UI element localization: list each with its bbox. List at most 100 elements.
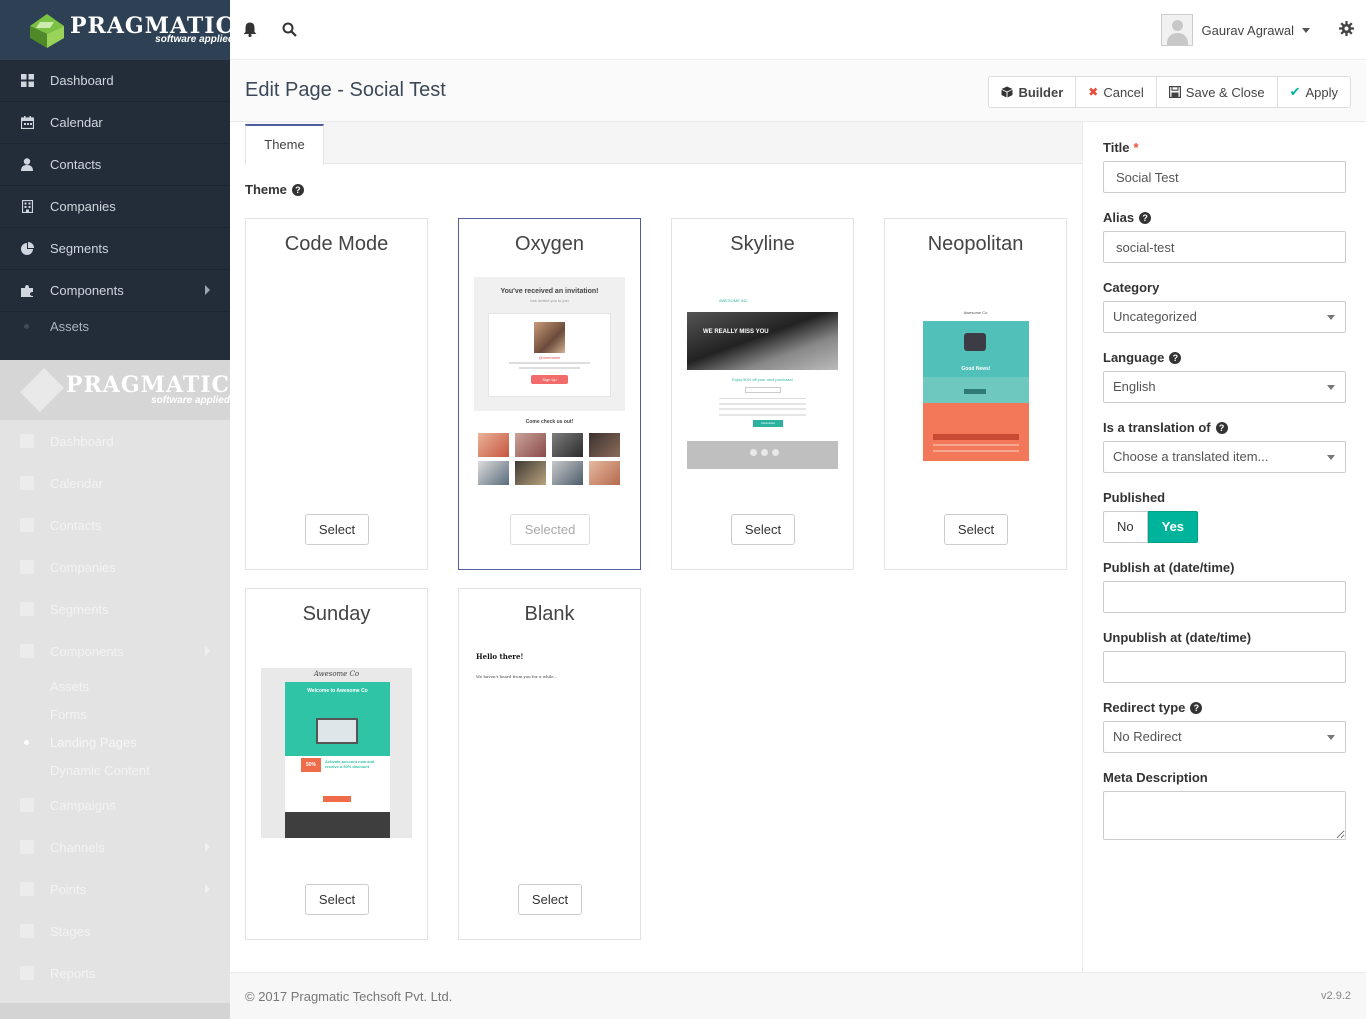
save-close-button[interactable]: Save & Close (1157, 77, 1278, 107)
language-label: Language? (1103, 350, 1182, 365)
neopolitan-robot (964, 333, 986, 351)
ghost-nav-contacts: Contacts (0, 504, 230, 546)
ghost-nav-points: Points (0, 868, 230, 910)
puzzle-icon (20, 284, 34, 298)
version-text: v2.9.2 (1321, 990, 1351, 1002)
title-input[interactable] (1103, 161, 1346, 193)
ghost-logo-icon (20, 368, 64, 412)
sunday-badge: 50% (301, 758, 321, 772)
published-label: Published (1103, 490, 1166, 505)
category-label: Category (1103, 280, 1160, 295)
question-icon[interactable]: ? (1215, 421, 1228, 434)
published-no-button[interactable]: No (1103, 511, 1148, 543)
ghost-nav-calendar: Calendar (0, 462, 230, 504)
publish-at-input[interactable] (1103, 581, 1346, 613)
logo-icon (28, 12, 64, 48)
footer: © 2017 Pragmatic Techsoft Pvt. Ltd. v2.9… (230, 972, 1366, 1019)
sunday-footer (285, 812, 390, 838)
avatar (1160, 14, 1193, 46)
ghost-sub-landing-pages: Landing Pages (0, 728, 230, 756)
sunday-laptop (316, 718, 358, 744)
page-header: Edit Page - Social Test Builder ✖ Cancel… (230, 61, 1366, 122)
sidebar-item-contacts[interactable]: Contacts (0, 144, 230, 186)
theme-card-title: Code Mode (284, 233, 389, 255)
question-icon[interactable]: ? (1139, 211, 1152, 224)
select-theme-button[interactable]: Select (305, 514, 369, 545)
builder-label: Builder (1018, 84, 1064, 100)
cancel-label: Cancel (1103, 84, 1144, 100)
select-theme-button[interactable]: Select (518, 884, 582, 915)
sidebar-item-components[interactable]: Components (0, 270, 230, 312)
sidebar-item-label: Calendar (50, 115, 103, 130)
sidebar-item-calendar[interactable]: Calendar (0, 102, 230, 144)
title-label: Title * (1103, 140, 1139, 155)
neopolitan-brand: Awesome Co (963, 310, 988, 315)
question-icon[interactable]: ? (1190, 701, 1203, 714)
tab-theme[interactable]: Theme (245, 124, 324, 165)
builder-button[interactable]: Builder (989, 77, 1077, 107)
sunday-offer: Activate account now and receive a 50% d… (325, 759, 375, 769)
logo[interactable]: PRAGMATIC software applied (0, 0, 234, 60)
select-theme-button[interactable]: Select (944, 514, 1008, 545)
question-icon[interactable]: ? (291, 183, 304, 196)
theme-card-skyline: Skyline AWESOME INC WE REALLY MISS YOU E… (671, 218, 854, 570)
sidebar-subitem-assets[interactable]: Assets (0, 312, 230, 340)
chevron-right-icon (205, 285, 210, 295)
ghost-nav-components: Components (0, 630, 230, 672)
translation-select[interactable]: Choose a translated item... (1103, 441, 1346, 473)
bullet-icon (24, 323, 29, 329)
unpublish-at-input[interactable] (1103, 651, 1346, 683)
theme-preview-skyline: AWESOME INC WE REALLY MISS YOU Enjoy 50%… (687, 277, 838, 487)
user-menu[interactable]: Gaurav Agrawal (1160, 14, 1310, 46)
question-icon[interactable]: ? (1169, 351, 1182, 364)
ghost-nav-segments: Segments (0, 588, 230, 630)
selected-theme-button[interactable]: Selected (510, 514, 590, 545)
sidebar: PRAGMATIC software applied Dashboard Cal… (0, 0, 234, 360)
cancel-button[interactable]: ✖ Cancel (1076, 77, 1157, 107)
calendar-icon (20, 116, 34, 130)
language-select[interactable]: English (1103, 371, 1346, 403)
ghost-logo: PRAGMATIC software applied (0, 360, 230, 420)
bell-icon[interactable] (243, 22, 257, 40)
building-icon (20, 200, 34, 214)
ghost-brand-name: PRAGMATIC (65, 372, 230, 398)
search-icon[interactable] (282, 22, 297, 40)
apply-button[interactable]: ✔ Apply (1278, 77, 1350, 107)
tab-bar: Theme (245, 122, 1082, 165)
sidebar-item-label: Contacts (50, 157, 102, 172)
select-theme-button[interactable]: Select (731, 514, 795, 545)
theme-card-title: Neopolitan (927, 233, 1024, 255)
skyline-hero-text: WE REALLY MISS YOU (703, 329, 769, 335)
blank-body: We haven't heard from you for a while... (476, 674, 558, 679)
ghost-nav-reports: Reports (0, 952, 230, 994)
ghost-sidebar: PRAGMATIC software applied Dashboard Cal… (0, 360, 230, 1019)
theme-card-neopolitan: Neopolitan Awesome Co Good News! Select (884, 218, 1067, 570)
meta-description-textarea[interactable] (1103, 791, 1346, 840)
theme-card-title: Blank (524, 603, 575, 625)
oxygen-section-title: Come check us out! (525, 419, 574, 425)
select-theme-button[interactable]: Select (305, 884, 369, 915)
redirect-select[interactable]: No Redirect (1103, 721, 1346, 753)
gear-icon[interactable] (1339, 21, 1354, 39)
theme-card-title: Sunday (302, 603, 371, 625)
redirect-label: Redirect type? (1103, 700, 1203, 715)
theme-preview-sunday: Awesome Co Welcome to Awesome Co 50% Act… (261, 668, 412, 838)
caret-down-icon (1327, 455, 1335, 460)
skyline-button: Download (753, 420, 783, 427)
sidebar-item-companies[interactable]: Companies (0, 186, 230, 228)
sidebar-item-segments[interactable]: Segments (0, 228, 230, 270)
sidebar-item-label: Segments (50, 241, 109, 256)
sunday-brand: Awesome Co (313, 670, 360, 678)
published-yes-button[interactable]: Yes (1147, 511, 1199, 543)
check-icon: ✔ (1289, 84, 1301, 99)
sidebar-item-dashboard[interactable]: Dashboard (0, 60, 230, 102)
close-icon: ✖ (1088, 85, 1099, 99)
caret-down-icon (1327, 315, 1335, 320)
alias-input[interactable] (1103, 231, 1346, 263)
sidebar-item-label: Dashboard (50, 73, 114, 88)
category-select[interactable]: Uncategorized (1103, 301, 1346, 333)
sidebar-item-label: Components (50, 283, 124, 298)
main-content: Theme Theme ? Code Mode Select Oxygen Yo… (230, 122, 1082, 972)
skyline-hero-image (687, 312, 838, 370)
oxygen-heading: You've received an invitation! (500, 288, 599, 295)
